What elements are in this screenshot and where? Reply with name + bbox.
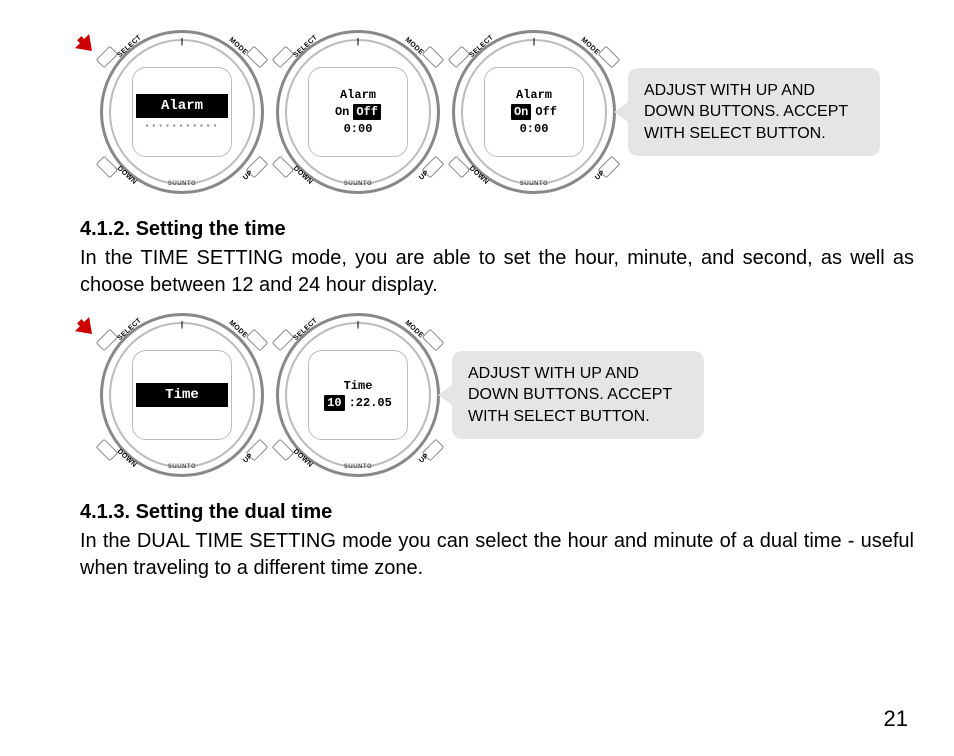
button-label-down: DOWN xyxy=(116,165,138,186)
arrow-icon xyxy=(75,317,99,341)
instruction-callout: ADJUST WITH UP AND DOWN BUTTONS. ACCEPT … xyxy=(628,68,880,157)
time-illustration-row: SELECT MODE DOWN UP | SUUNTO Time SELECT… xyxy=(80,313,914,477)
screen-text: Alarm xyxy=(136,94,228,118)
button-label-mode: MODE xyxy=(227,36,248,56)
section-heading-time: 4.1.2. Setting the time xyxy=(80,218,914,241)
section-body-time: In the TIME SETTING mode, you are able t… xyxy=(80,245,914,299)
watch-screen: Alarm On Off 0:00 xyxy=(308,67,408,157)
section-body-dualtime: In the DUAL TIME SETTING mode you can se… xyxy=(80,528,914,582)
page-number: 21 xyxy=(884,706,908,732)
screen-text: Time xyxy=(136,383,228,407)
brand-label: SUUNTO xyxy=(168,181,196,187)
watch-time-1: SELECT MODE DOWN UP | SUUNTO Time xyxy=(100,313,264,477)
watch-screen: Alarm On Off 0:00 xyxy=(484,67,584,157)
watch-screen: Alarm ▪▪▪▪▪▪▪▪▪▪▪ xyxy=(132,67,232,157)
watch-screen: Time 10 :22.05 xyxy=(308,350,408,440)
watch-alarm-3: SELECT MODE DOWN UP | SUUNTO Alarm On Of… xyxy=(452,30,616,194)
alarm-illustration-row: SELECT MODE DOWN UP | SUUNTO Alarm ▪▪▪▪▪… xyxy=(80,30,914,194)
watch-alarm-2: SELECT MODE DOWN UP | SUUNTO Alarm On Of… xyxy=(276,30,440,194)
highlighted-value: 10 xyxy=(324,395,344,411)
arrow-icon xyxy=(75,34,99,58)
button-label-select: SELECT xyxy=(116,34,143,59)
button-label-up: UP xyxy=(242,169,254,181)
highlighted-value: On xyxy=(511,104,531,120)
watch-alarm-1: SELECT MODE DOWN UP | SUUNTO Alarm ▪▪▪▪▪… xyxy=(100,30,264,194)
watch-screen: Time xyxy=(132,350,232,440)
instruction-callout: ADJUST WITH UP AND DOWN BUTTONS. ACCEPT … xyxy=(452,351,704,440)
watch-time-2: SELECT MODE DOWN UP | SUUNTO Time 10 :22… xyxy=(276,313,440,477)
section-heading-dualtime: 4.1.3. Setting the dual time xyxy=(80,501,914,524)
highlighted-value: Off xyxy=(353,104,381,120)
